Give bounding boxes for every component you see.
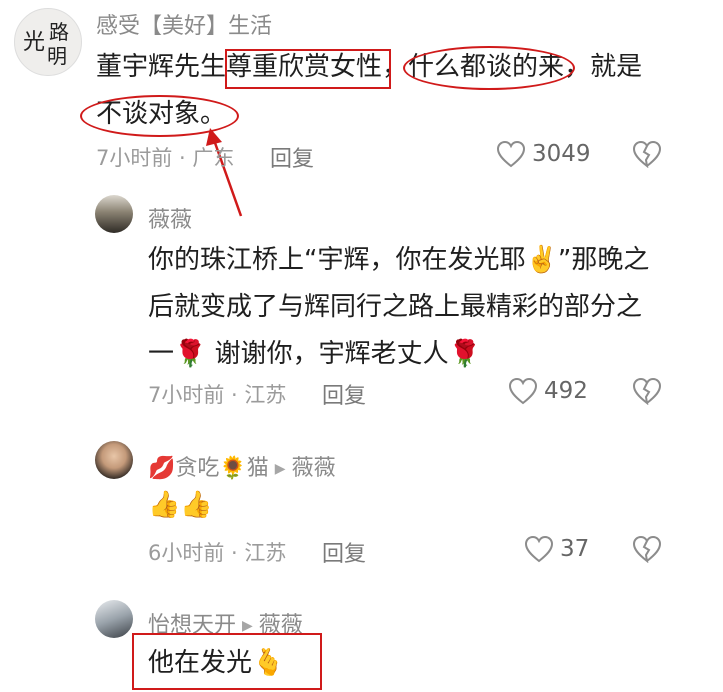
reply-button[interactable]: 回复 <box>322 536 366 568</box>
heart-outline-icon <box>508 377 538 405</box>
reply-arrow-icon: ▶ <box>242 618 253 634</box>
comment-text: 他在发光🫰 <box>148 648 285 678</box>
avatar[interactable] <box>95 195 133 233</box>
reply-button[interactable]: 回复 <box>270 141 314 173</box>
dislike-button[interactable] <box>632 535 662 567</box>
comment-text: 👍👍 <box>148 490 213 520</box>
heart-outline-icon <box>524 535 554 563</box>
comment-username[interactable]: 💋贪吃🌻猫 ▶ 薇薇 <box>148 450 336 482</box>
comment-meta: 7小时前 · 江苏 <box>148 383 287 407</box>
comment-username[interactable]: 怡想天开 ▶ 薇薇 <box>148 607 303 639</box>
broken-heart-icon <box>632 377 662 406</box>
like-count: 37 <box>560 536 590 562</box>
comment-text: 你的珠江桥上“宇辉，你在发光耶✌️”那晚之 后就变成了与辉同行之路上最精彩的部分… <box>148 245 650 369</box>
like-button[interactable] <box>524 535 554 567</box>
reply-button[interactable]: 回复 <box>322 378 366 410</box>
reply-arrow-icon: ▶ <box>274 461 286 477</box>
like-button[interactable] <box>496 140 526 172</box>
like-count: 3049 <box>532 141 591 167</box>
dislike-button[interactable] <box>632 140 662 172</box>
avatar[interactable] <box>95 441 133 479</box>
broken-heart-icon <box>632 140 662 169</box>
comment-username[interactable]: 薇薇 <box>148 202 192 234</box>
comment-meta: 7小时前 · 广东 <box>96 146 235 170</box>
like-button[interactable] <box>508 377 538 409</box>
heart-outline-icon <box>496 140 526 168</box>
avatar[interactable] <box>95 600 133 638</box>
comment-meta: 6小时前 · 江苏 <box>148 541 287 565</box>
broken-heart-icon <box>632 535 662 564</box>
dislike-button[interactable] <box>632 377 662 409</box>
like-count: 492 <box>544 378 588 404</box>
